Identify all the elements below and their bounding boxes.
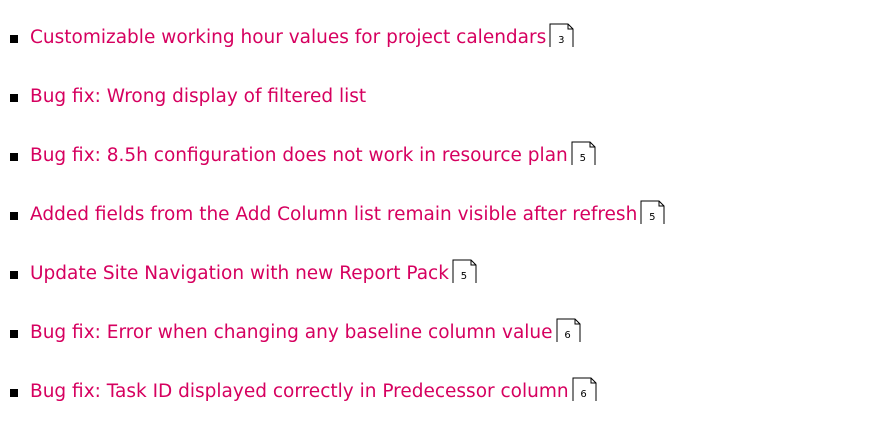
toc-link[interactable]: Bug fix: Task ID displayed correctly in … [30, 379, 569, 405]
page-number: 6 [564, 330, 571, 341]
page-number: 3 [558, 35, 565, 46]
toc-link[interactable]: Bug fix: Error when changing any baselin… [30, 320, 553, 346]
page-number: 5 [649, 212, 656, 223]
page-reference[interactable]: 5 [452, 259, 477, 284]
toc-item: Customizable working hour values for pro… [10, 8, 875, 67]
bullet-icon [10, 329, 18, 338]
bullet-icon [10, 152, 18, 161]
toc-item: Bug fix: Error when changing any baselin… [10, 303, 875, 362]
toc-item: Added fields from the Add Column list re… [10, 185, 875, 244]
toc-item: Bug fix: 8.5h configuration does not wor… [10, 126, 875, 185]
bullet-icon [10, 93, 18, 102]
toc-link[interactable]: Customizable working hour values for pro… [30, 25, 546, 51]
bullet-icon [10, 388, 18, 397]
page-reference[interactable]: 6 [556, 318, 581, 343]
page-number: 6 [580, 389, 587, 400]
page-number: 5 [579, 153, 586, 164]
bullet-icon [10, 270, 18, 279]
bullet-icon [10, 211, 18, 220]
toc-link[interactable]: Update Site Navigation with new Report P… [30, 261, 449, 287]
page-reference[interactable]: 6 [572, 377, 597, 402]
toc-link[interactable]: Bug fix: 8.5h configuration does not wor… [30, 143, 568, 169]
bullet-icon [10, 34, 18, 43]
toc-list: Customizable working hour values for pro… [10, 8, 875, 421]
toc-item: Bug fix: Wrong display of filtered list [10, 67, 875, 126]
page-reference[interactable]: 5 [571, 141, 596, 166]
toc-link[interactable]: Added fields from the Add Column list re… [30, 202, 637, 228]
page-number: 5 [460, 271, 468, 282]
page-reference[interactable]: 5 [640, 200, 665, 225]
toc-item: Bug fix: Task ID displayed correctly in … [10, 362, 875, 421]
toc-link[interactable]: Bug fix: Wrong display of filtered list [30, 84, 366, 110]
page-reference[interactable]: 3 [549, 23, 574, 48]
toc-item: Update Site Navigation with new Report P… [10, 244, 875, 303]
